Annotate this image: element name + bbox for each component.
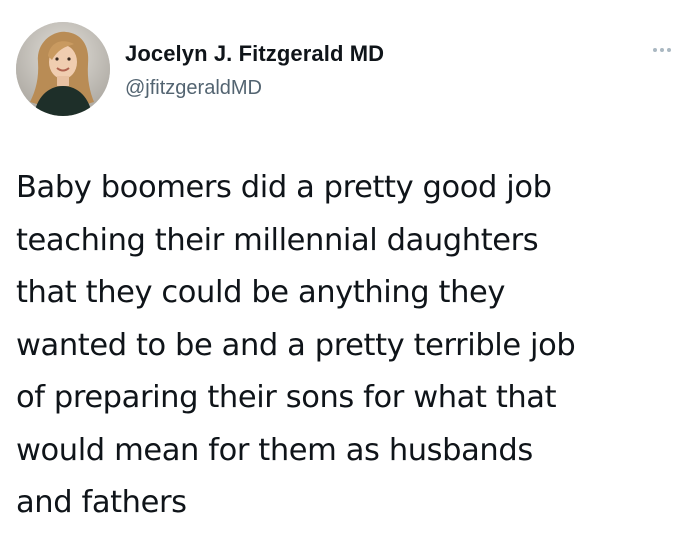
- profile-photo-icon: [16, 22, 110, 116]
- menu-dot: [660, 48, 664, 52]
- menu-dot: [667, 48, 671, 52]
- author-handle[interactable]: @jfitzgeraldMD: [125, 77, 262, 100]
- tweet-text-line: and fathers: [16, 485, 187, 520]
- tweet-text-line: of preparing their sons for what that: [16, 380, 557, 415]
- tweet-text-line: would mean for them as husbands: [16, 432, 533, 468]
- tweet-text-line: teaching their millennial daughters: [16, 222, 539, 258]
- more-options-icon[interactable]: [645, 42, 679, 58]
- tweet-text-line: Baby boomers did a pretty good job: [16, 170, 552, 205]
- tweet-card: Jocelyn J. Fitzgerald MD @jfitzgeraldMD …: [0, 0, 700, 534]
- tweet-text-line: that they could be anything they: [16, 275, 506, 310]
- author-display-name[interactable]: Jocelyn J. Fitzgerald MD: [125, 41, 384, 67]
- author-avatar[interactable]: [16, 22, 110, 116]
- menu-dot: [653, 48, 657, 52]
- tweet-text: Baby boomers did a pretty good job teach…: [16, 162, 688, 530]
- tweet-text-line: wanted to be and a pretty terrible job: [16, 327, 576, 363]
